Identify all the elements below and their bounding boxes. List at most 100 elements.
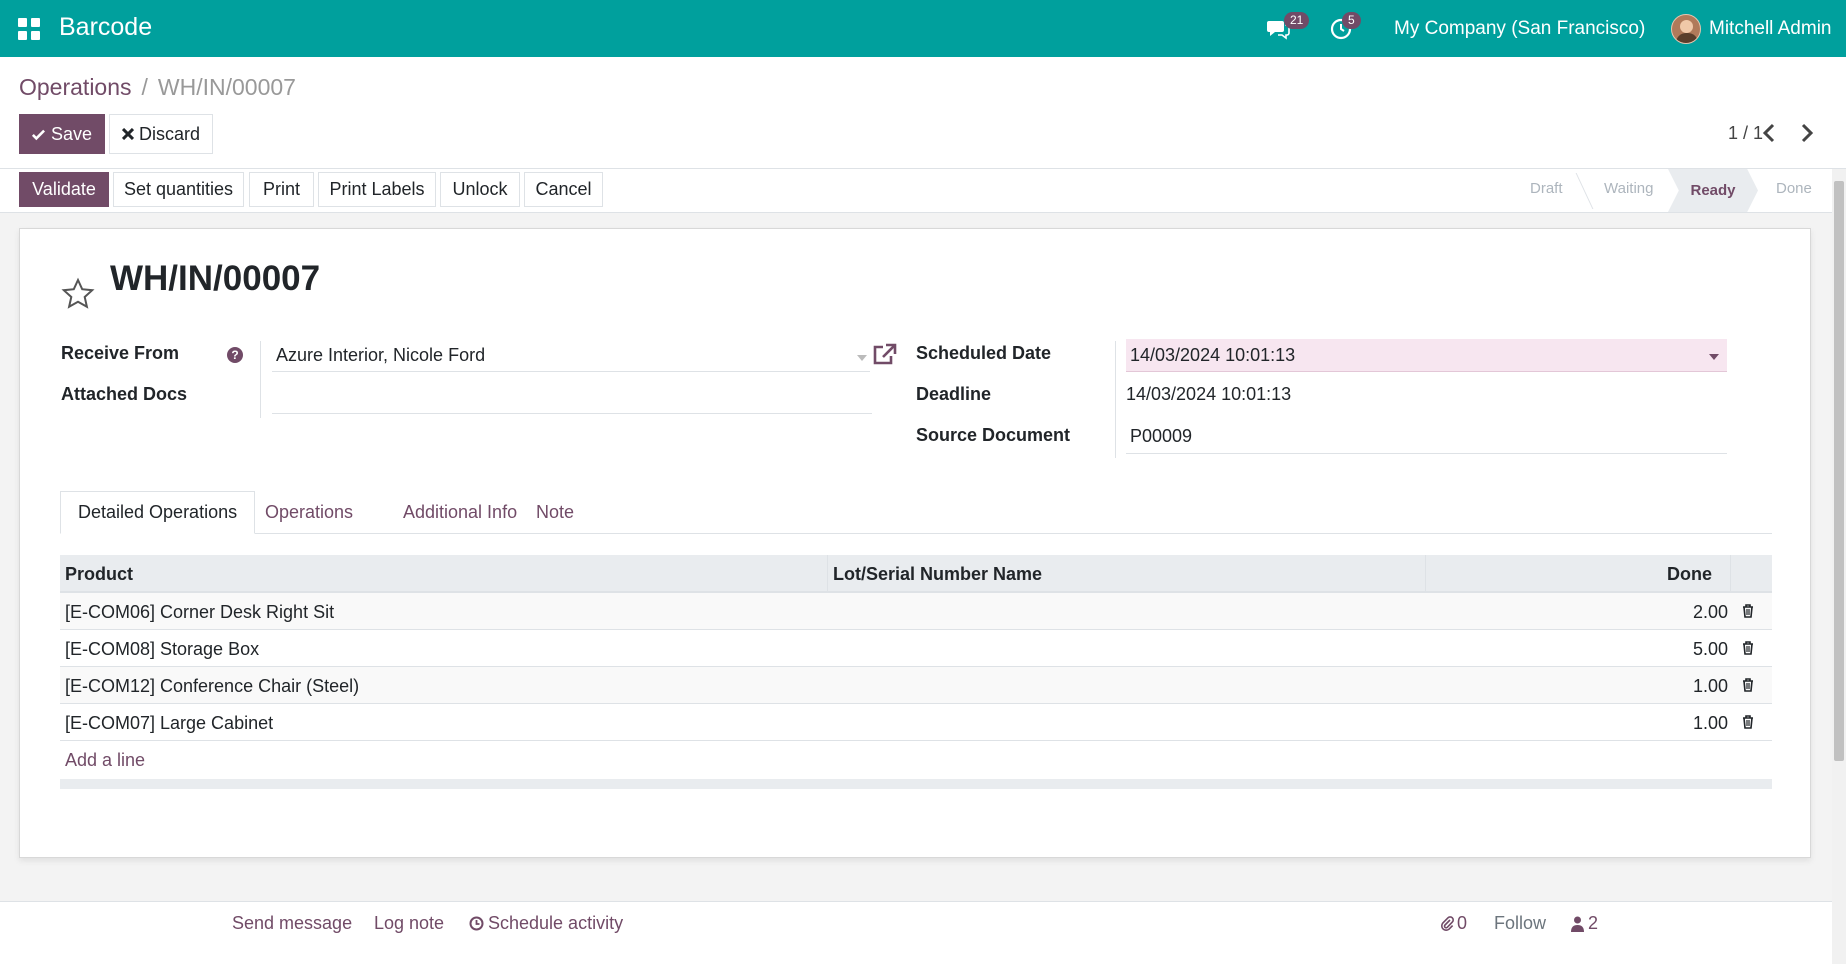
receive-from-value: Azure Interior, Nicole Ford: [276, 344, 486, 365]
row-product: [E-COM08] Storage Box: [65, 639, 260, 659]
schedule-activity-label: Schedule activity: [488, 913, 624, 933]
unlock-button[interactable]: Unlock: [440, 172, 520, 207]
form-sheet: WH/IN/00007 Receive From ? Attached Docs…: [19, 228, 1811, 858]
user-menu[interactable]: Mitchell Admin: [1671, 0, 1832, 57]
activities-count-badge: 5: [1342, 12, 1361, 29]
chevron-down-icon[interactable]: [857, 355, 867, 361]
print-labels-button[interactable]: Print Labels: [318, 172, 436, 207]
paperclip-icon: [1440, 916, 1454, 932]
table-header: Product Lot/Serial Number Name Done: [60, 555, 1772, 593]
pager-previous-button[interactable]: [1762, 123, 1776, 149]
stage-waiting: Waiting: [1604, 180, 1654, 197]
column-header-done[interactable]: Done: [1667, 564, 1712, 585]
stage-done: Done: [1776, 180, 1812, 197]
send-message-button[interactable]: Send message: [232, 913, 352, 934]
table-row[interactable]: [E-COM06] Corner Desk Right Sit 2.00: [60, 593, 1772, 630]
stage-draft: Draft: [1530, 180, 1563, 197]
follow-button[interactable]: Follow: [1494, 913, 1546, 934]
detailed-operations-table: Product Lot/Serial Number Name Done [E-C…: [60, 555, 1772, 789]
add-line-link[interactable]: Add a line: [65, 750, 145, 771]
breadcrumb-separator: /: [141, 74, 148, 100]
attached-docs-field[interactable]: [272, 379, 872, 414]
source-document-value: P00009: [1130, 426, 1193, 446]
source-document-label: Source Document: [916, 425, 1071, 445]
row-done: 1.00: [1692, 676, 1728, 696]
discard-label: Discard: [138, 123, 200, 144]
column-separator: [1730, 555, 1731, 593]
add-line-row: Add a line: [60, 741, 1772, 779]
row-done: 2.00: [1692, 602, 1728, 622]
attached-docs-label: Attached Docs: [61, 384, 188, 404]
external-link-icon[interactable]: [872, 342, 898, 366]
deadline-label: Deadline: [916, 384, 992, 404]
save-button[interactable]: Save: [19, 114, 105, 154]
breadcrumb-current: WH/IN/00007: [157, 74, 296, 100]
print-button[interactable]: Print: [249, 172, 314, 207]
check-icon: [32, 129, 45, 140]
log-note-button[interactable]: Log note: [374, 913, 444, 934]
close-icon: [122, 128, 134, 140]
tab-note[interactable]: Note: [519, 491, 591, 534]
scheduled-date-label: Scheduled Date: [916, 343, 1052, 363]
help-icon[interactable]: ?: [227, 347, 243, 363]
table-row[interactable]: [E-COM07] Large Cabinet 1.00: [60, 704, 1772, 741]
scheduled-date-value: 14/03/2024 10:01:13: [1130, 344, 1296, 365]
followers-count: 2: [1588, 913, 1599, 933]
schedule-activity-button[interactable]: Schedule activity: [469, 913, 623, 934]
validate-button[interactable]: Validate: [19, 172, 109, 207]
date-chevron-down-icon[interactable]: [1709, 354, 1719, 360]
trash-icon[interactable]: [1742, 604, 1754, 618]
field-divider: [260, 341, 261, 418]
row-done: 5.00: [1692, 639, 1728, 659]
row-product: [E-COM12] Conference Chair (Steel): [65, 676, 360, 696]
set-quantities-button[interactable]: Set quantities: [113, 172, 244, 207]
trash-icon[interactable]: [1742, 678, 1754, 692]
company-switcher[interactable]: My Company (San Francisco): [1394, 0, 1645, 57]
tab-operations[interactable]: Operations: [248, 491, 370, 534]
star-icon[interactable]: [61, 277, 95, 311]
followers-button[interactable]: 2: [1571, 913, 1598, 934]
user-icon: [1571, 916, 1584, 932]
trash-icon[interactable]: [1742, 641, 1754, 655]
column-header-lot[interactable]: Lot/Serial Number Name: [833, 564, 1042, 585]
row-product: [E-COM06] Corner Desk Right Sit: [65, 602, 335, 622]
source-document-field[interactable]: P00009: [1126, 420, 1727, 454]
receive-from-field[interactable]: Azure Interior, Nicole Ford: [272, 339, 870, 372]
top-navbar: Barcode 21 5 My Company (San Francisco) …: [0, 0, 1846, 57]
attachments-count: 0: [1457, 913, 1468, 933]
cancel-button[interactable]: Cancel: [524, 172, 603, 207]
row-product: [E-COM07] Large Cabinet: [65, 713, 274, 733]
chatter-bar: Send message Log note Schedule activity …: [0, 901, 1832, 964]
clock-icon: [469, 916, 484, 931]
row-done: 1.00: [1692, 713, 1728, 733]
pager-next-button[interactable]: [1800, 123, 1814, 149]
attachments-button[interactable]: 0: [1440, 913, 1467, 934]
app-title[interactable]: Barcode: [59, 13, 152, 42]
chevron-left-icon: [1762, 123, 1775, 143]
breadcrumb-operations-link[interactable]: Operations: [19, 74, 132, 100]
deadline-value: 14/03/2024 10:01:13: [1126, 384, 1292, 404]
column-header-product[interactable]: Product: [65, 564, 133, 585]
save-label: Save: [50, 123, 92, 144]
stage-ready: Ready: [1668, 169, 1758, 212]
table-row[interactable]: [E-COM08] Storage Box 5.00: [60, 630, 1772, 667]
scheduled-date-field[interactable]: 14/03/2024 10:01:13: [1126, 339, 1727, 372]
chevron-right-icon: [1801, 123, 1814, 143]
field-divider-right: [1115, 341, 1116, 458]
user-name: Mitchell Admin: [1709, 17, 1832, 39]
table-body: [E-COM06] Corner Desk Right Sit 2.00 [E-…: [60, 593, 1772, 741]
record-title: WH/IN/00007: [110, 259, 321, 298]
discard-button[interactable]: Discard: [109, 114, 213, 154]
table-row[interactable]: [E-COM12] Conference Chair (Steel) 1.00: [60, 667, 1772, 704]
trash-icon[interactable]: [1742, 715, 1754, 729]
messages-button[interactable]: [1266, 0, 1290, 57]
column-separator: [1425, 555, 1426, 593]
tab-additional-info[interactable]: Additional Info: [386, 491, 534, 534]
apps-grid-icon[interactable]: [18, 18, 40, 40]
page-scrollbar[interactable]: [1832, 169, 1846, 964]
receive-from-label: Receive From: [61, 343, 180, 363]
tab-detailed-operations[interactable]: Detailed Operations: [60, 491, 256, 534]
messages-count-badge: 21: [1284, 12, 1310, 29]
pager-value[interactable]: 1 / 1: [1728, 123, 1763, 144]
scrollbar-thumb[interactable]: [1834, 181, 1844, 761]
